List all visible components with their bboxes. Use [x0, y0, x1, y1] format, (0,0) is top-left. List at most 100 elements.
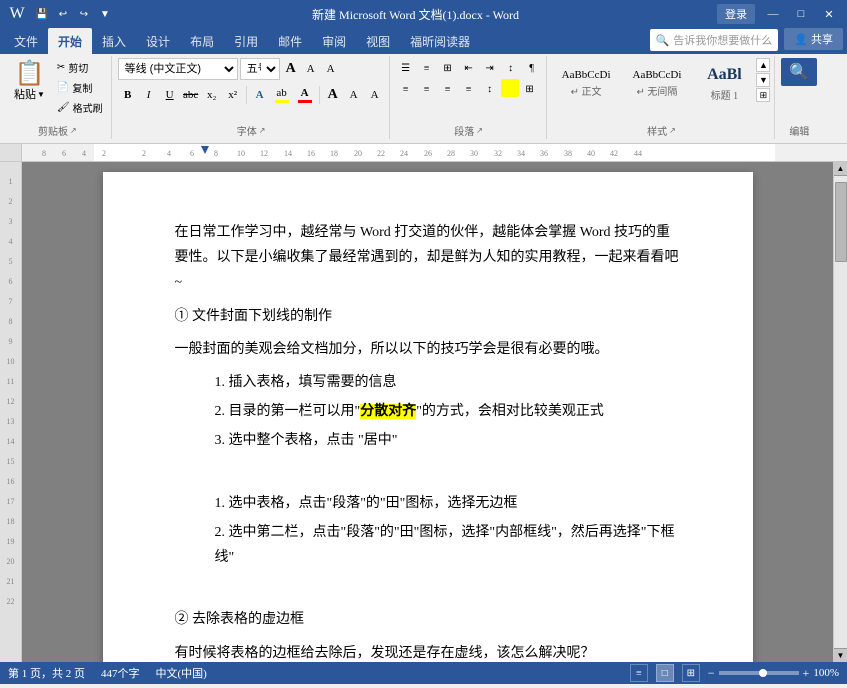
ruler-num: 16: [7, 472, 15, 492]
copy-button[interactable]: 📄 复制: [53, 78, 107, 97]
title-bar-left: W 💾 ↩ ↪ ▼: [8, 5, 114, 23]
underline-button[interactable]: U: [160, 85, 180, 105]
search-button[interactable]: 🔍: [781, 58, 817, 86]
style-no-space-preview: AaBbCcDi: [633, 67, 682, 84]
decrease-font-button[interactable]: A: [302, 60, 320, 78]
format-painter-icon: 🖌: [57, 102, 70, 113]
section1-intro: 一般封面的美观会给文档加分，所以以下的技巧学会是很有必要的哦。: [175, 337, 681, 362]
minimize-button[interactable]: —: [763, 4, 783, 24]
clipboard-expand-icon[interactable]: ↗: [70, 126, 77, 135]
font-size-select[interactable]: 五号: [240, 58, 280, 80]
ruler-num: 19: [7, 532, 15, 552]
style-no-space[interactable]: AaBbCcDi ↵ 无间隔: [624, 62, 691, 104]
ruler-num: 4: [9, 232, 13, 252]
align-center-button[interactable]: ≡: [417, 79, 437, 99]
increase-font-button[interactable]: A: [282, 60, 300, 78]
tab-foxit[interactable]: 福昕阅读器: [400, 28, 480, 54]
share-button[interactable]: 👤共享: [784, 28, 843, 50]
increase-indent-button[interactable]: ⇥: [480, 58, 500, 78]
bullet-list-button[interactable]: ☰: [396, 58, 416, 78]
justify-button[interactable]: ≡: [459, 79, 479, 99]
clipboard-group: 📋 粘贴 ▼ ✂ 剪切 📄 复制 🖌: [4, 56, 112, 139]
font-family-select[interactable]: 等线 (中文正文): [118, 58, 238, 80]
font-large-A[interactable]: A: [323, 85, 343, 105]
styles-more[interactable]: ⊞: [756, 88, 770, 102]
line-spacing-button[interactable]: ↕: [480, 79, 500, 99]
multilevel-list-button[interactable]: ⊞: [438, 58, 458, 78]
clear-format-button[interactable]: A: [322, 60, 340, 78]
numbered-list-button[interactable]: ≡: [417, 58, 437, 78]
save-button[interactable]: 💾: [33, 5, 51, 23]
web-view-button[interactable]: ⊞: [682, 664, 700, 682]
styles-expand-icon[interactable]: ↗: [669, 126, 676, 135]
tab-view[interactable]: 视图: [356, 28, 400, 54]
style-heading1[interactable]: AaBl 标题 1: [694, 58, 754, 107]
list-item: 1. 选中表格，点击"段落"的"田"图标，选择无边框: [215, 491, 681, 516]
styles-scroll-up[interactable]: ▲: [756, 58, 770, 72]
list-item: 1. 插入表格，填写需要的信息: [215, 370, 681, 395]
paragraph-expand-icon[interactable]: ↗: [476, 126, 483, 135]
align-left-button[interactable]: ≡: [396, 79, 416, 99]
zoom-thumb: [759, 669, 767, 677]
tab-home[interactable]: 开始: [48, 28, 92, 54]
font-expand-icon[interactable]: ↗: [259, 126, 266, 135]
paste-dropdown-icon[interactable]: ▼: [37, 90, 45, 99]
border-button[interactable]: ⊞: [520, 79, 540, 99]
ruler-num: 1: [9, 172, 13, 192]
customize-button[interactable]: ▼: [96, 5, 114, 23]
close-button[interactable]: ✕: [819, 4, 839, 24]
tab-file[interactable]: 文件: [4, 28, 48, 54]
cut-icon: ✂: [57, 62, 65, 73]
ruler: 8 6 4 2 2 4 6 8 10 12 14 16 18 20 22 24 …: [0, 144, 847, 162]
cut-button[interactable]: ✂ 剪切: [53, 58, 107, 77]
read-view-button[interactable]: ≡: [630, 664, 648, 682]
format-painter-button[interactable]: 🖌 格式刷: [53, 98, 107, 117]
decrease-indent-button[interactable]: ⇤: [459, 58, 479, 78]
superscript-button[interactable]: x²: [223, 85, 243, 105]
sort-button[interactable]: ↕: [501, 58, 521, 78]
scroll-thumb[interactable]: [835, 182, 847, 262]
redo-button[interactable]: ↪: [75, 5, 93, 23]
highlight-color-button[interactable]: ab: [271, 84, 293, 106]
word-count: 447个字: [101, 665, 140, 681]
copy-icon: 📄: [57, 82, 69, 93]
subscript-button[interactable]: x₂: [202, 85, 222, 105]
undo-button[interactable]: ↩: [54, 5, 72, 23]
scroll-up-button[interactable]: ▲: [834, 162, 847, 176]
text-effects-button[interactable]: A: [250, 85, 270, 105]
shading-button[interactable]: [501, 79, 519, 97]
ruler-corner: [0, 144, 22, 161]
italic-button[interactable]: I: [139, 85, 159, 105]
maximize-button[interactable]: □: [791, 4, 811, 24]
quick-access-toolbar: W 💾 ↩ ↪ ▼: [8, 5, 114, 23]
tab-review[interactable]: 审阅: [312, 28, 356, 54]
login-button[interactable]: 登录: [717, 4, 755, 24]
spacer2: [175, 574, 681, 599]
tab-insert[interactable]: 插入: [92, 28, 136, 54]
font-color-button[interactable]: A: [294, 84, 316, 106]
show-formatting-button[interactable]: ¶: [522, 58, 542, 78]
styles-group: AaBbCcDi ↵ 正文 AaBbCcDi ↵ 无间隔 AaBl 标题 1 ▲…: [549, 56, 776, 139]
zoom-out-button[interactable]: −: [708, 666, 715, 681]
bold-button[interactable]: B: [118, 85, 138, 105]
section2-intro1: 有时候将表格的边框给去除后，发现还是存在虚线，该怎么解决呢？: [175, 641, 681, 662]
print-view-button[interactable]: □: [656, 664, 674, 682]
style-normal[interactable]: AaBbCcDi ↵ 正文: [553, 62, 620, 104]
styles-scroll-down[interactable]: ▼: [756, 73, 770, 87]
tab-references[interactable]: 引用: [224, 28, 268, 54]
paste-button[interactable]: 📋 粘贴 ▼: [8, 58, 51, 117]
zoom-slider[interactable]: [719, 671, 799, 675]
section2-header: ② 去除表格的虚边框: [175, 607, 681, 632]
tab-mailings[interactable]: 邮件: [268, 28, 312, 54]
paragraph-group: ☰ ≡ ⊞ ⇤ ⇥ ↕ ¶ ≡ ≡ ≡ ≡ ↕ ⊞: [392, 56, 547, 139]
font-phonetic[interactable]: A: [365, 85, 385, 105]
strikethrough-button[interactable]: abc: [181, 85, 201, 105]
paragraph-label: 段落: [454, 123, 474, 138]
zoom-in-button[interactable]: +: [803, 666, 810, 681]
tab-design[interactable]: 设计: [136, 28, 180, 54]
tab-layout[interactable]: 布局: [180, 28, 224, 54]
scroll-down-button[interactable]: ▼: [834, 648, 847, 662]
document-area[interactable]: 在日常工作学习中，越经常与 Word 打交道的伙伴，越能体会掌握 Word 技巧…: [22, 162, 833, 662]
align-right-button[interactable]: ≡: [438, 79, 458, 99]
font-small-a[interactable]: A: [344, 85, 364, 105]
